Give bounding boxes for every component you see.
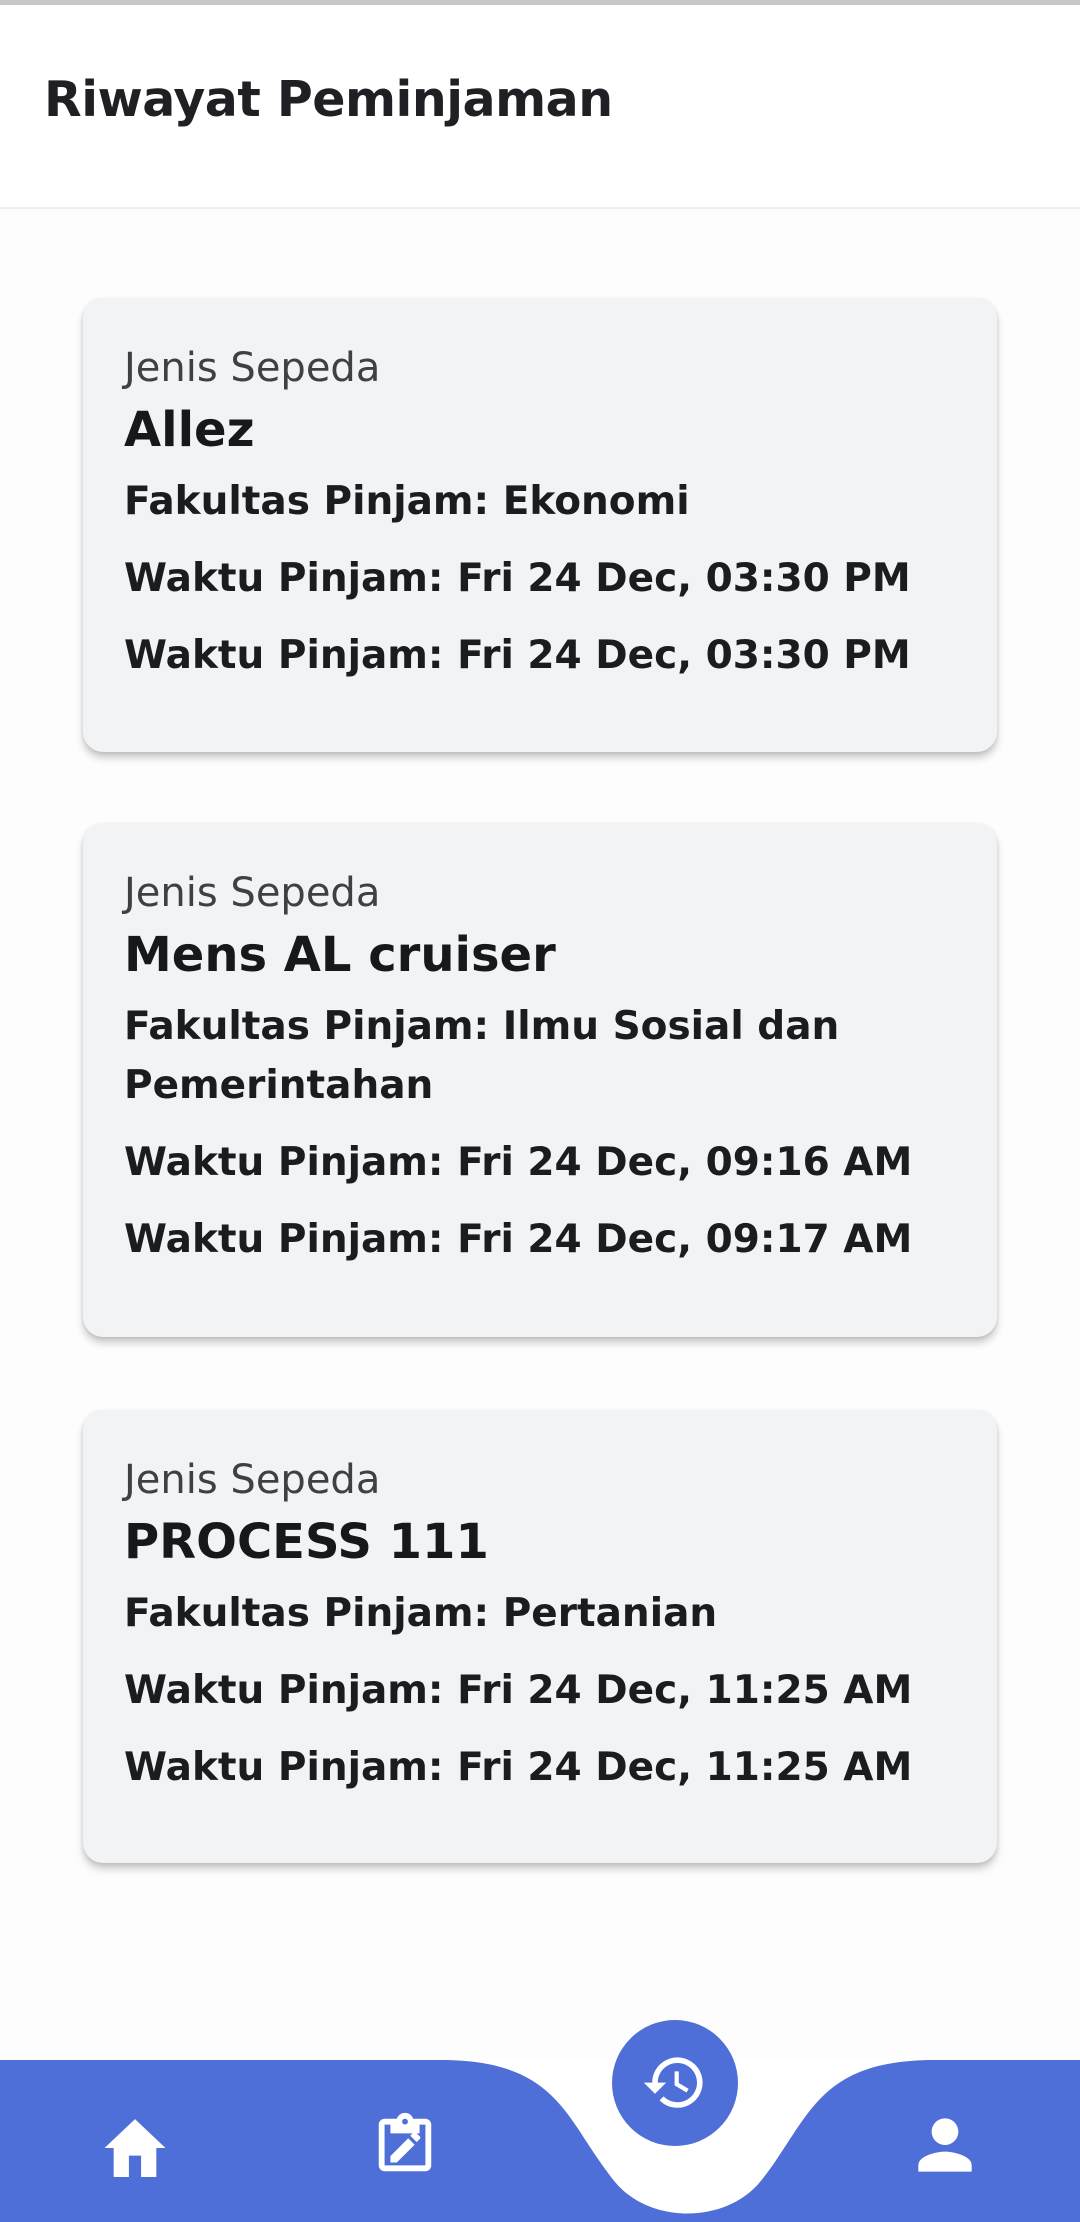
borrow-time-line: Waktu Pinjam: Fri 24 Dec, 03:30 PM bbox=[124, 556, 911, 601]
borrow-time-line: Waktu Pinjam: Fri 24 Dec, 09:16 AM bbox=[124, 1140, 913, 1185]
profile-icon bbox=[918, 2118, 972, 2172]
faculty-line: Fakultas Pinjam: Ekonomi bbox=[124, 479, 690, 524]
app-header: Riwayat Peminjaman bbox=[0, 5, 1080, 209]
edit-clipboard-icon bbox=[378, 2112, 432, 2172]
page-title: Riwayat Peminjaman bbox=[44, 71, 613, 128]
history-card[interactable]: Jenis Sepeda Mens AL cruiser Fakultas Pi… bbox=[83, 823, 997, 1337]
bike-name: Mens AL cruiser bbox=[124, 927, 556, 983]
bike-type-caption: Jenis Sepeda bbox=[124, 1457, 381, 1503]
nav-profile-button[interactable] bbox=[900, 2100, 990, 2190]
bike-type-caption: Jenis Sepeda bbox=[124, 345, 381, 391]
return-time-line: Waktu Pinjam: Fri 24 Dec, 03:30 PM bbox=[124, 633, 911, 678]
faculty-line: Fakultas Pinjam: Pertanian bbox=[124, 1591, 718, 1636]
history-card[interactable]: Jenis Sepeda PROCESS 111 Fakultas Pinjam… bbox=[83, 1410, 997, 1863]
faculty-line: Fakultas Pinjam: Ilmu Sosial dan Pemerin… bbox=[124, 1004, 840, 1108]
home-icon bbox=[104, 2119, 166, 2177]
nav-form-button[interactable] bbox=[360, 2100, 450, 2190]
bike-name: PROCESS 111 bbox=[124, 1514, 489, 1570]
nav-home-button[interactable] bbox=[90, 2100, 180, 2190]
history-icon bbox=[612, 2020, 738, 2146]
history-card[interactable]: Jenis Sepeda Allez Fakultas Pinjam: Ekon… bbox=[83, 298, 997, 752]
borrow-time-line: Waktu Pinjam: Fri 24 Dec, 11:25 AM bbox=[124, 1668, 913, 1713]
bike-type-caption: Jenis Sepeda bbox=[124, 870, 381, 916]
bike-name: Allez bbox=[124, 402, 255, 458]
nav-history-button[interactable] bbox=[612, 2020, 738, 2146]
return-time-line: Waktu Pinjam: Fri 24 Dec, 09:17 AM bbox=[124, 1217, 913, 1262]
return-time-line: Waktu Pinjam: Fri 24 Dec, 11:25 AM bbox=[124, 1745, 913, 1790]
bottom-navigation bbox=[0, 2020, 1080, 2222]
